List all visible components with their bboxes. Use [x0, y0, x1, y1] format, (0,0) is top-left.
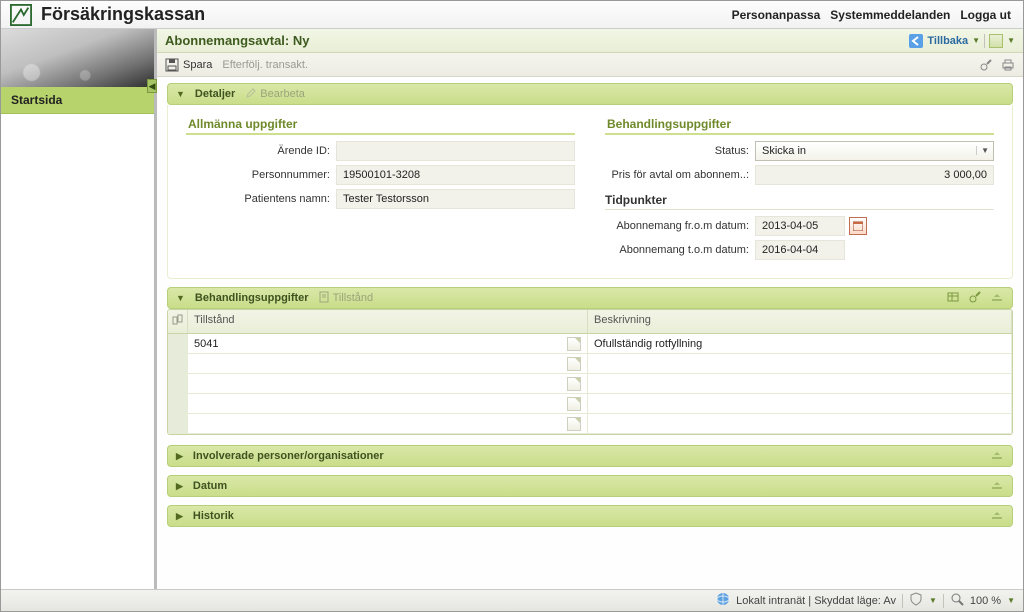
sidebar-hero-image: ◀ — [1, 29, 154, 87]
panel-datum-header[interactable]: Datum — [167, 475, 1013, 497]
chevron-right-icon — [176, 481, 183, 492]
print-icon[interactable] — [1001, 58, 1015, 72]
brand-logo-icon — [7, 1, 35, 29]
patient-name-label: Patientens namn: — [186, 193, 336, 205]
collapse-icon[interactable] — [990, 290, 1004, 307]
panel-detaljer-header[interactable]: Detaljer Bearbeta — [167, 83, 1013, 105]
panel-historik-title: Historik — [193, 510, 234, 522]
section-general-title: Allmänna uppgifter — [186, 113, 575, 135]
personnummer-input[interactable]: 19500101-3208 — [336, 165, 575, 185]
calendar-icon — [853, 221, 863, 231]
zone-icon — [716, 592, 730, 609]
brand-name: Försäkringskassan — [41, 4, 205, 25]
panel-behandling-title: Behandlingsuppgifter — [195, 292, 309, 304]
back-dropdown[interactable]: ▼ — [972, 36, 980, 45]
export-icon[interactable] — [946, 290, 960, 307]
followup-button: Efterfölj. transakt. — [222, 59, 308, 71]
save-button[interactable]: Spara — [165, 58, 212, 72]
panel-detaljer-title: Detaljer — [195, 88, 235, 100]
lookup-icon[interactable] — [567, 377, 581, 391]
protected-mode-dropdown[interactable]: ▼ — [929, 596, 937, 605]
panel-datum-title: Datum — [193, 480, 227, 492]
row-handle[interactable] — [168, 414, 188, 433]
table-row[interactable] — [168, 354, 1012, 374]
section-time-title: Tidpunkter — [605, 189, 994, 210]
panel-involverade-title: Involverade personer/organisationer — [193, 450, 384, 462]
security-zone: Lokalt intranät | Skyddat läge: Av — [736, 595, 896, 607]
from-date-input[interactable]: 2013-04-05 — [755, 216, 845, 236]
lookup-icon[interactable] — [567, 417, 581, 431]
from-date-calendar-button[interactable] — [849, 217, 867, 235]
edit-button[interactable]: Bearbeta — [245, 87, 305, 102]
chevron-down-icon — [176, 89, 185, 99]
from-date-label: Abonnemang fr.o.m datum: — [605, 220, 755, 232]
pencil-icon — [245, 87, 257, 102]
row-selector-header[interactable] — [168, 310, 188, 333]
divider — [943, 594, 944, 608]
collapse-icon[interactable] — [990, 448, 1004, 465]
page-title: Abonnemangsavtal: Ny — [165, 33, 309, 48]
table-row[interactable] — [168, 374, 1012, 394]
price-label: Pris för avtal om abonnem..: — [605, 169, 755, 181]
table-row[interactable] — [168, 394, 1012, 414]
link-logout[interactable]: Logga ut — [960, 8, 1011, 22]
cell-tillstand[interactable]: 5041 — [194, 338, 218, 350]
divider — [984, 34, 985, 48]
panel-behandling-header[interactable]: Behandlingsuppgifter Tillstånd — [167, 287, 1013, 309]
save-label: Spara — [183, 59, 212, 71]
chevron-down-icon — [176, 293, 185, 303]
lookup-icon[interactable] — [567, 357, 581, 371]
to-date-label: Abonnemang t.o.m datum: — [605, 244, 755, 256]
patient-name-input[interactable]: Tester Testorsson — [336, 189, 575, 209]
lookup-icon[interactable] — [567, 397, 581, 411]
sidebar-collapse-handle[interactable]: ◀ — [147, 79, 157, 93]
sidebar-item-startsida[interactable]: Startsida — [1, 87, 154, 114]
status-label: Status: — [605, 145, 755, 157]
collapse-icon[interactable] — [990, 508, 1004, 525]
panel-historik-header[interactable]: Historik — [167, 505, 1013, 527]
window-action-1[interactable] — [989, 34, 1003, 48]
tool-icon[interactable] — [968, 290, 982, 307]
back-icon — [909, 34, 923, 48]
zoom-value: 100 % — [970, 595, 1001, 607]
arende-label: Ärende ID: — [186, 145, 336, 157]
window-action-dropdown[interactable]: ▼ — [1007, 36, 1015, 45]
link-personalize[interactable]: Personanpassa — [732, 8, 821, 22]
link-system-messages[interactable]: Systemmeddelanden — [830, 8, 950, 22]
table-row[interactable] — [168, 414, 1012, 434]
zoom-dropdown[interactable]: ▼ — [1007, 596, 1015, 605]
row-handle[interactable] — [168, 354, 188, 373]
personnummer-label: Personnummer: — [186, 169, 336, 181]
zoom-icon[interactable] — [950, 592, 964, 609]
section-treatment-title: Behandlingsuppgifter — [605, 113, 994, 135]
to-date-input[interactable]: 2016-04-04 — [755, 240, 845, 260]
col-beskrivning[interactable]: Beskrivning — [588, 310, 1012, 333]
row-handle[interactable] — [168, 334, 188, 353]
save-icon — [165, 58, 179, 72]
status-select[interactable]: Skicka in — [755, 141, 994, 161]
protected-mode-icon[interactable] — [909, 592, 923, 609]
col-tillstand[interactable]: Tillstånd — [188, 310, 588, 333]
chevron-right-icon — [176, 511, 183, 522]
lookup-icon[interactable] — [567, 337, 581, 351]
divider — [902, 594, 903, 608]
collapse-icon[interactable] — [990, 478, 1004, 495]
document-icon — [319, 291, 330, 306]
settings-icon[interactable] — [979, 58, 993, 72]
row-handle[interactable] — [168, 374, 188, 393]
price-input[interactable]: 3 000,00 — [755, 165, 994, 185]
chevron-right-icon — [176, 451, 183, 462]
row-handle[interactable] — [168, 394, 188, 413]
arende-input[interactable] — [336, 141, 575, 161]
tillstand-button[interactable]: Tillstånd — [319, 291, 374, 306]
panel-involverade-header[interactable]: Involverade personer/organisationer — [167, 445, 1013, 467]
table-row[interactable]: 5041 Ofullständig rotfyllning — [168, 334, 1012, 354]
back-link[interactable]: Tillbaka — [927, 35, 968, 47]
cell-beskrivning: Ofullständig rotfyllning — [594, 338, 702, 350]
tillstand-table: Tillstånd Beskrivning 5041 Ofullständig … — [167, 309, 1013, 435]
